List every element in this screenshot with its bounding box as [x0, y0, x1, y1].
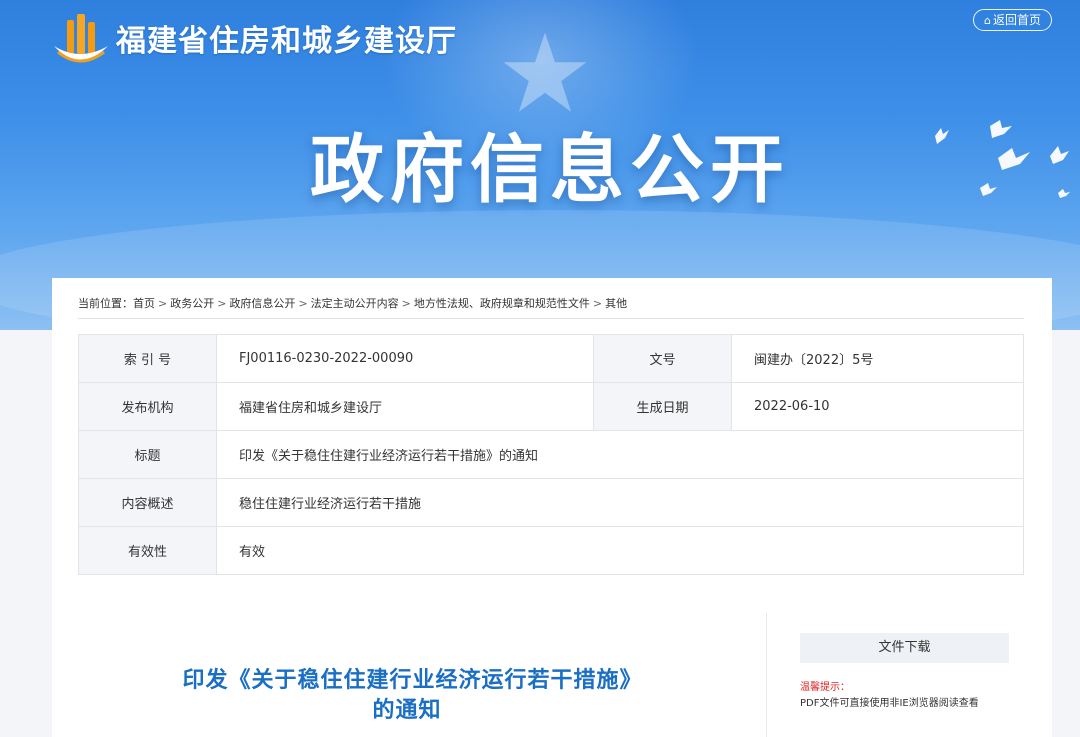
- table-row: 发布机构 福建省住房和城乡建设厅 生成日期 2022-06-10: [78, 382, 1024, 431]
- date-value: 2022-06-10: [731, 382, 1024, 431]
- return-home-button[interactable]: ⌂ 返回首页: [973, 9, 1052, 31]
- breadcrumb-separator: >: [401, 297, 411, 310]
- site-logo-icon: [54, 14, 108, 63]
- breadcrumb-item-home[interactable]: 首页: [133, 297, 155, 310]
- column-divider: [766, 613, 767, 737]
- breadcrumb-separator: >: [298, 297, 308, 310]
- breadcrumb-divider: [78, 318, 1024, 319]
- breadcrumb-item-other[interactable]: 其他: [605, 297, 627, 310]
- breadcrumb-item-statutory-content[interactable]: 法定主动公开内容: [311, 297, 399, 310]
- title-value: 印发《关于稳住住建行业经济运行若干措施》的通知: [216, 430, 1024, 479]
- star-emblem-icon: [503, 32, 587, 112]
- table-row: 标题 印发《关于稳住住建行业经济运行若干措施》的通知: [78, 430, 1024, 479]
- title-label: 标题: [78, 430, 217, 479]
- doves-icon: [935, 120, 1070, 198]
- breadcrumb-separator: >: [217, 297, 227, 310]
- index-number-value: FJ00116-0230-2022-00090: [216, 334, 594, 383]
- tip-label: 温馨提示：: [800, 682, 850, 693]
- document-title: 印发《关于稳住住建行业经济运行若干措施》的通知: [182, 668, 632, 723]
- home-icon: ⌂: [984, 14, 991, 27]
- breadcrumb-separator: >: [158, 297, 168, 310]
- file-download-button[interactable]: 文件下载: [800, 633, 1009, 663]
- publisher-label: 发布机构: [78, 382, 217, 431]
- breadcrumb-item-info-disclosure[interactable]: 政府信息公开: [229, 297, 295, 310]
- validity-value: 有效: [216, 526, 1024, 575]
- validity-label: 有效性: [78, 526, 217, 575]
- table-row: 有效性 有效: [78, 526, 1024, 575]
- table-row: 内容概述 稳住住建行业经济运行若干措施: [78, 478, 1024, 527]
- breadcrumb-prefix: 当前位置：: [78, 297, 133, 310]
- summary-value: 稳住住建行业经济运行若干措施: [216, 478, 1024, 527]
- breadcrumb-separator: >: [592, 297, 603, 310]
- metadata-table: 索 引 号 FJ00116-0230-2022-00090 文号 闽建办〔202…: [78, 334, 1024, 575]
- breadcrumb-item-regulations[interactable]: 地方性法规、政府规章和规范性文件: [414, 297, 590, 310]
- content-panel: 当前位置：首页 > 政务公开 > 政府信息公开 > 法定主动公开内容 > 地方性法规、政府规章和…: [52, 278, 1052, 737]
- document-number-label: 文号: [593, 334, 732, 383]
- return-home-label: 返回首页: [992, 13, 1041, 27]
- site-name[interactable]: 福建省住房和城乡建设厅: [116, 16, 457, 60]
- summary-label: 内容概述: [78, 478, 217, 527]
- breadcrumb-item-gov-affairs[interactable]: 政务公开: [170, 297, 214, 310]
- publisher-value: 福建省住房和城乡建设厅: [216, 382, 594, 431]
- breadcrumb: 当前位置：首页 > 政务公开 > 政府信息公开 > 法定主动公开内容 > 地方性法规、政府规章和…: [78, 295, 1028, 311]
- index-number-label: 索 引 号: [78, 334, 217, 383]
- hero-title: 政府信息公开: [310, 127, 790, 213]
- table-row: 索 引 号 FJ00116-0230-2022-00090 文号 闽建办〔202…: [78, 334, 1024, 383]
- document-number-value: 闽建办〔2022〕5号: [731, 334, 1024, 383]
- tip-text: PDF文件可直接使用非IE浏览器阅读查看: [800, 698, 979, 709]
- date-label: 生成日期: [593, 382, 732, 431]
